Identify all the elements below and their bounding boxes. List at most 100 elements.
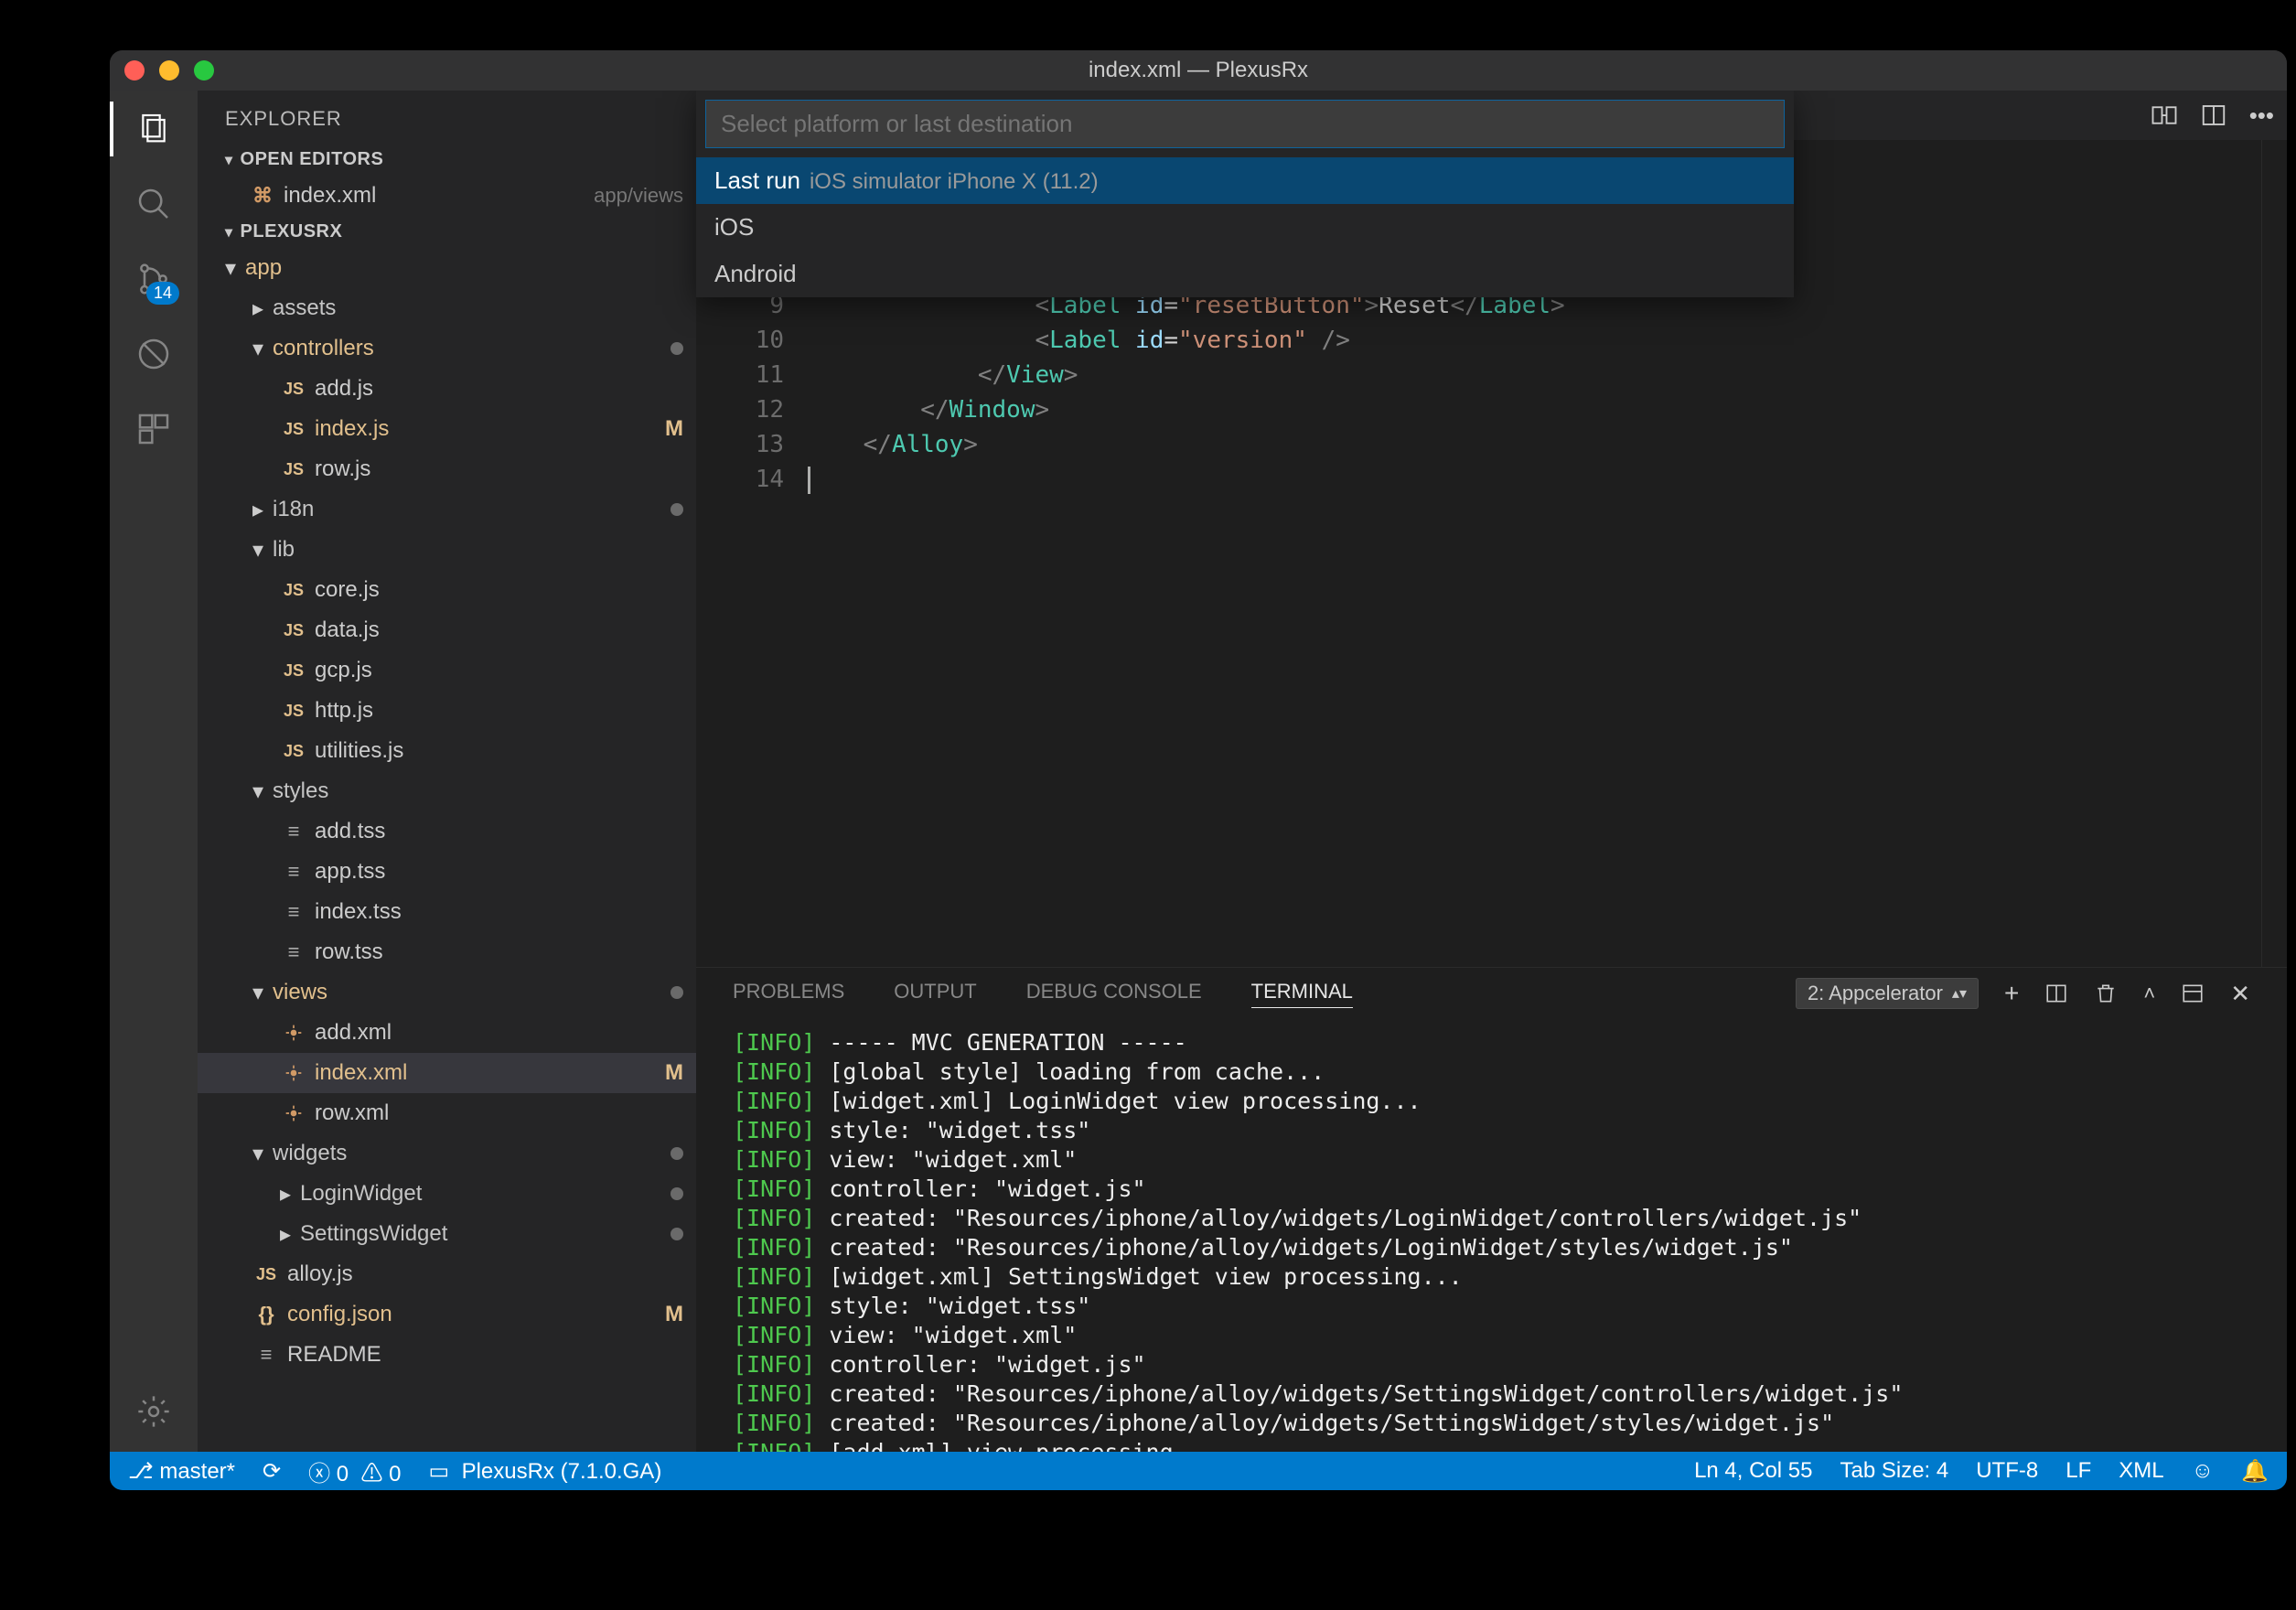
errors-item[interactable]: ⓧ 0 ⚠ 0 bbox=[308, 1455, 401, 1487]
file-app.tss[interactable]: ≡app.tss bbox=[198, 852, 696, 892]
settings-icon[interactable] bbox=[132, 1390, 176, 1433]
editor-group: ••• Last runiOS simulator iPhone X (11.2… bbox=[696, 91, 2287, 1452]
open-editor-item[interactable]: ⌘index.xmlapp/views bbox=[198, 176, 696, 216]
feedback-icon[interactable]: ☺ bbox=[2192, 1458, 2215, 1484]
close-panel-icon[interactable]: ✕ bbox=[2230, 980, 2250, 1008]
terminal-picker[interactable]: 2: Appcelerator▴▾ bbox=[1796, 978, 1979, 1009]
quick-item-ios[interactable]: iOS bbox=[696, 204, 1794, 251]
file-row.js[interactable]: JSrow.js bbox=[198, 449, 696, 489]
zoom-dot[interactable] bbox=[194, 60, 214, 80]
open-editors-header[interactable]: OPEN EDITORS bbox=[198, 144, 696, 176]
activity-bar: 14 bbox=[110, 91, 198, 1452]
panel-tab-problems[interactable]: PROBLEMS bbox=[733, 980, 844, 1008]
file-add.xml[interactable]: add.xml bbox=[198, 1013, 696, 1053]
more-icon[interactable]: ••• bbox=[2249, 102, 2274, 130]
cursor-pos[interactable]: Ln 4, Col 55 bbox=[1694, 1458, 1812, 1484]
js-icon: JS bbox=[280, 742, 307, 761]
quick-item-last-run[interactable]: Last runiOS simulator iPhone X (11.2) bbox=[696, 157, 1794, 204]
js-icon: JS bbox=[280, 420, 307, 439]
file-row.tss[interactable]: ≡row.tss bbox=[198, 932, 696, 972]
chevron-down-icon bbox=[252, 778, 273, 805]
project-item[interactable]: ▭ PlexusRx (7.1.0.GA) bbox=[429, 1458, 662, 1485]
panel-up-icon[interactable]: ˄ bbox=[2143, 982, 2155, 1005]
chevron-down-icon bbox=[225, 255, 245, 282]
xml-icon bbox=[280, 1064, 307, 1082]
folder-widgets[interactable]: widgets bbox=[198, 1133, 696, 1174]
kill-terminal-icon[interactable] bbox=[2094, 982, 2118, 1005]
folder-i18n[interactable]: i18n bbox=[198, 489, 696, 530]
file-alloy.js[interactable]: JSalloy.js bbox=[198, 1254, 696, 1294]
folder-controllers[interactable]: controllers bbox=[198, 328, 696, 369]
panel-tab-output[interactable]: OUTPUT bbox=[894, 980, 976, 1008]
encoding[interactable]: UTF-8 bbox=[1976, 1458, 2038, 1484]
folder-SettingsWidget[interactable]: SettingsWidget bbox=[198, 1214, 696, 1254]
untracked-dot bbox=[671, 1147, 683, 1160]
scm-icon[interactable]: 14 bbox=[132, 257, 176, 301]
language[interactable]: XML bbox=[2119, 1458, 2163, 1484]
file-add.js[interactable]: JSadd.js bbox=[198, 369, 696, 409]
branch-item[interactable]: ⎇ master* bbox=[128, 1458, 235, 1485]
folder-lib[interactable]: lib bbox=[198, 530, 696, 570]
split-editor-icon[interactable] bbox=[2200, 102, 2227, 130]
folder-views[interactable]: views bbox=[198, 972, 696, 1013]
file-core.js[interactable]: JScore.js bbox=[198, 570, 696, 610]
tab-size[interactable]: Tab Size: 4 bbox=[1840, 1458, 1948, 1484]
sync-item[interactable]: ⟳ bbox=[263, 1458, 281, 1485]
js-icon: JS bbox=[280, 661, 307, 681]
modified-badge: M bbox=[665, 416, 683, 442]
quick-input[interactable] bbox=[705, 100, 1785, 148]
compare-icon[interactable] bbox=[2151, 102, 2178, 130]
extensions-icon[interactable] bbox=[132, 407, 176, 451]
notifications-icon[interactable]: 🔔 bbox=[2241, 1458, 2269, 1485]
search-icon[interactable] bbox=[132, 182, 176, 226]
new-terminal-icon[interactable]: + bbox=[2004, 979, 2019, 1008]
js-icon: JS bbox=[280, 581, 307, 600]
chevron-right-icon bbox=[280, 1221, 300, 1248]
chevron-right-icon bbox=[252, 497, 273, 523]
terminal[interactable]: [INFO] ----- MVC GENERATION -----[INFO] … bbox=[696, 1019, 2287, 1452]
file-utilities.js[interactable]: JSutilities.js bbox=[198, 731, 696, 771]
txt-icon: ≡ bbox=[280, 900, 307, 924]
maximize-panel-icon[interactable] bbox=[2181, 982, 2205, 1005]
chevron-right-icon bbox=[252, 295, 273, 322]
file-data.js[interactable]: JSdata.js bbox=[198, 610, 696, 650]
file-index.tss[interactable]: ≡index.tss bbox=[198, 892, 696, 932]
file-http.js[interactable]: JShttp.js bbox=[198, 691, 696, 731]
untracked-dot bbox=[671, 1187, 683, 1200]
debug-icon[interactable] bbox=[132, 332, 176, 376]
explorer-icon[interactable] bbox=[132, 107, 176, 151]
js-icon: JS bbox=[280, 460, 307, 479]
txt-icon: ≡ bbox=[280, 860, 307, 884]
txt-icon: ≡ bbox=[280, 820, 307, 843]
titlebar: index.xml — PlexusRx bbox=[110, 50, 2287, 91]
panel-tab-debug-console[interactable]: DEBUG CONSOLE bbox=[1026, 980, 1202, 1008]
quick-picker: Last runiOS simulator iPhone X (11.2)iOS… bbox=[696, 91, 1794, 297]
close-dot[interactable] bbox=[124, 60, 145, 80]
panel: PROBLEMS OUTPUT DEBUG CONSOLE TERMINAL 2: A… bbox=[696, 967, 2287, 1452]
vscode-window: index.xml — PlexusRx 14 bbox=[110, 50, 2287, 1490]
folder-styles[interactable]: styles bbox=[198, 771, 696, 811]
minimize-dot[interactable] bbox=[159, 60, 179, 80]
file-README[interactable]: ≡README bbox=[198, 1335, 696, 1375]
xml-icon bbox=[280, 1024, 307, 1042]
file-add.tss[interactable]: ≡add.tss bbox=[198, 811, 696, 852]
project-header[interactable]: PLEXUSRX bbox=[198, 216, 696, 248]
folder-assets[interactable]: assets bbox=[198, 288, 696, 328]
txt-icon: ≡ bbox=[280, 940, 307, 964]
file-index.js[interactable]: JSindex.jsM bbox=[198, 409, 696, 449]
xml-icon bbox=[280, 1104, 307, 1122]
eol[interactable]: LF bbox=[2065, 1458, 2091, 1484]
minimap[interactable] bbox=[2261, 140, 2287, 967]
file-gcp.js[interactable]: JSgcp.js bbox=[198, 650, 696, 691]
folder-app[interactable]: app bbox=[198, 248, 696, 288]
file-row.xml[interactable]: row.xml bbox=[198, 1093, 696, 1133]
quick-item-android[interactable]: Android bbox=[696, 251, 1794, 297]
scm-badge: 14 bbox=[146, 282, 179, 305]
panel-tab-terminal[interactable]: TERMINAL bbox=[1251, 980, 1353, 1008]
split-terminal-icon[interactable] bbox=[2044, 982, 2068, 1005]
folder-LoginWidget[interactable]: LoginWidget bbox=[198, 1174, 696, 1214]
file-index.xml[interactable]: index.xmlM bbox=[198, 1053, 696, 1093]
chevron-down-icon bbox=[252, 980, 273, 1006]
file-config.json[interactable]: {}config.jsonM bbox=[198, 1294, 696, 1335]
window-title: index.xml — PlexusRx bbox=[1089, 58, 1308, 83]
